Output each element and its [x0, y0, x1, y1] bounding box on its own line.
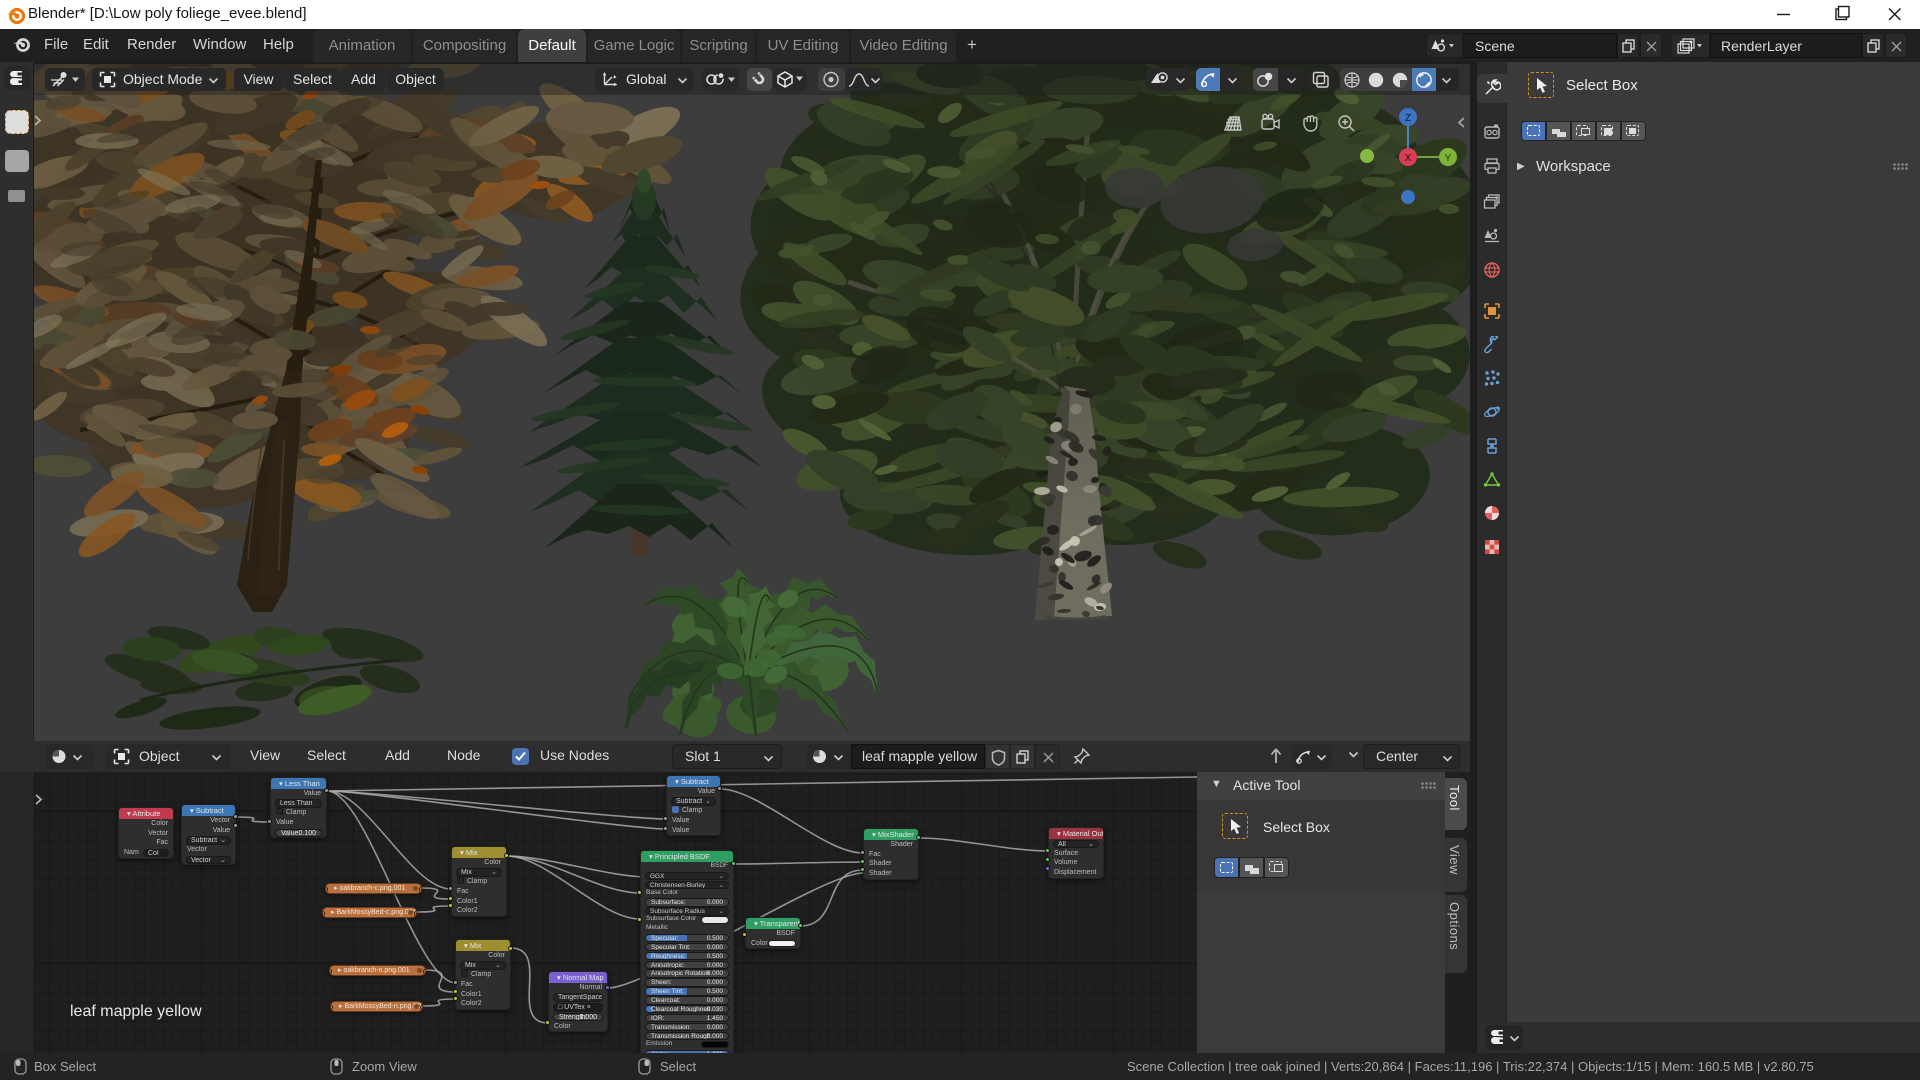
svg-text:Z: Z: [1405, 113, 1411, 124]
svg-text:X: X: [1405, 153, 1412, 164]
svg-text:Y: Y: [1445, 153, 1452, 164]
